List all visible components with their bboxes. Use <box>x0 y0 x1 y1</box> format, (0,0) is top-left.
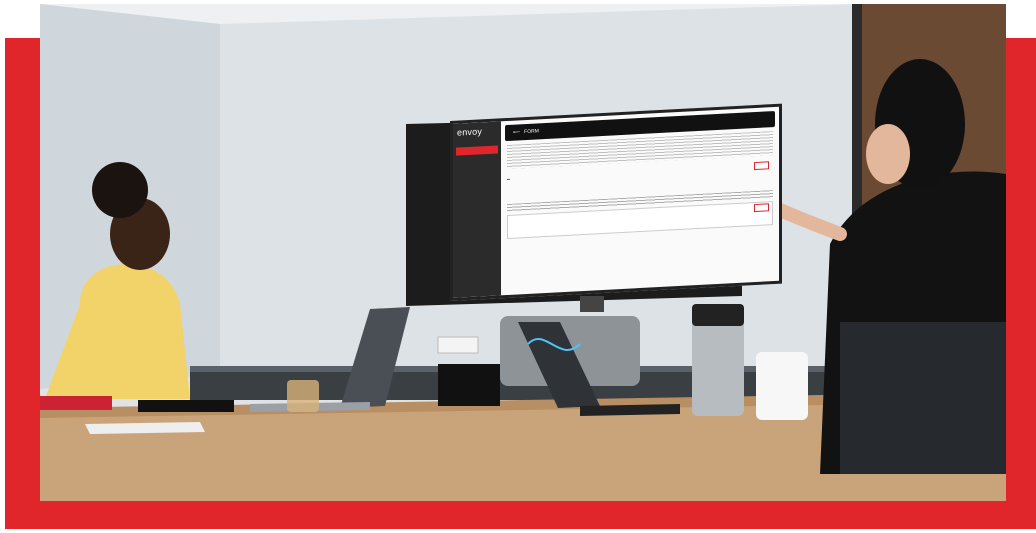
laptop-center-base <box>580 404 680 416</box>
tv-screen: envoy ⟵ FORM <box>450 103 782 301</box>
tv-sidebar: envoy <box>453 121 501 298</box>
black-box <box>138 400 234 412</box>
pencil-case <box>40 396 112 410</box>
tv-logo-text: envoy <box>457 126 483 138</box>
mug <box>756 352 808 420</box>
meeting-photo: envoy ⟵ FORM <box>40 4 1006 501</box>
woman-right-face <box>866 124 910 184</box>
tv-secondary-button[interactable] <box>754 203 769 213</box>
snack-jar <box>287 380 319 412</box>
tv-nav-item[interactable] <box>456 241 498 251</box>
tv-header-title: FORM <box>524 128 539 136</box>
woman-left-hair <box>92 162 148 218</box>
tv-tab[interactable] <box>526 174 529 179</box>
tv-tab[interactable] <box>554 172 557 177</box>
tv-main: ⟵ FORM <box>505 110 775 295</box>
tv-tab[interactable] <box>516 174 519 179</box>
tv-tab[interactable] <box>544 173 547 178</box>
tv-nav <box>453 137 501 252</box>
tv-tab[interactable] <box>535 173 538 178</box>
tv-tab[interactable] <box>507 174 511 181</box>
handbag <box>840 322 1006 474</box>
tv-action-button[interactable] <box>754 161 769 171</box>
paper-sheet <box>85 422 205 434</box>
dark-device <box>438 364 500 406</box>
tv-mount <box>580 296 604 312</box>
wall-outlet <box>437 336 479 354</box>
back-arrow-icon[interactable]: ⟵ <box>513 129 520 135</box>
